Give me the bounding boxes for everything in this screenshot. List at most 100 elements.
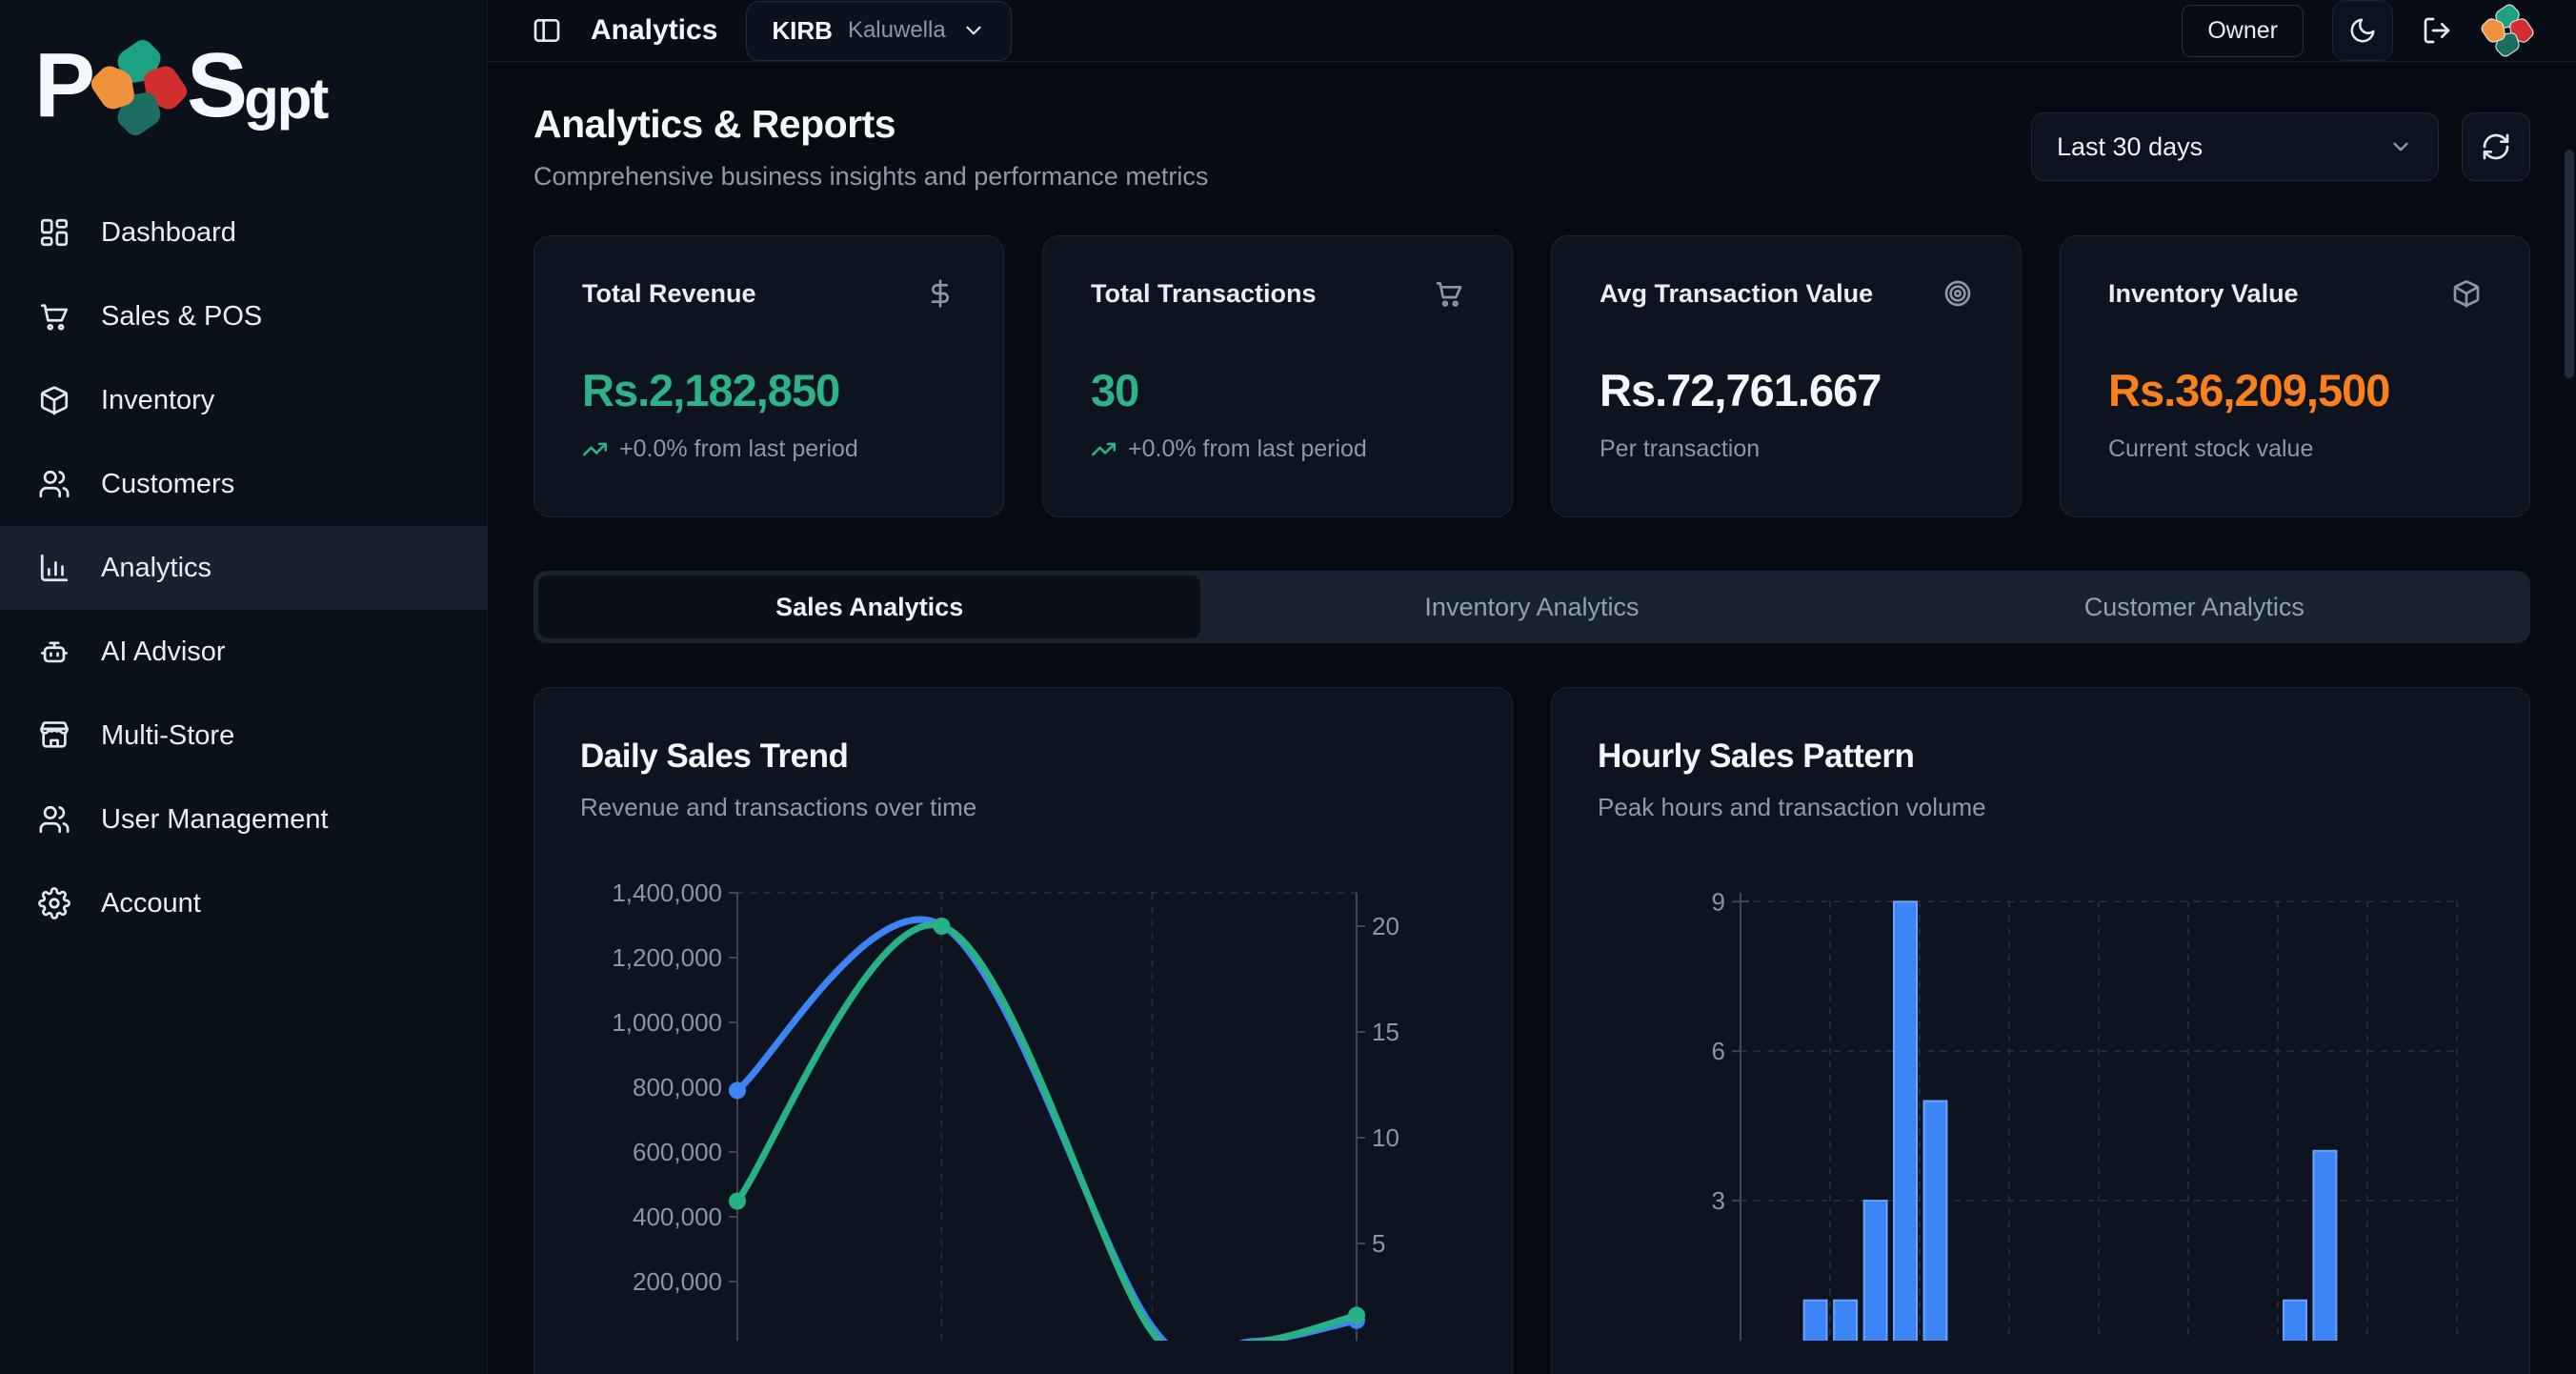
tab-sales-analytics[interactable]: Sales Analytics — [538, 576, 1200, 638]
logo-text-p: P — [34, 40, 91, 131]
logo-text-s: S — [187, 40, 244, 131]
sidebar-item-customers[interactable]: Customers — [0, 442, 487, 526]
page-header: Analytics & Reports Comprehensive busine… — [533, 102, 2530, 192]
theme-toggle-button[interactable] — [2332, 0, 2393, 61]
sidebar-item-ai-advisor[interactable]: AI Advisor — [0, 610, 487, 694]
avatar[interactable] — [2481, 4, 2534, 57]
bar-chart-icon — [38, 552, 70, 584]
svg-text:10: 10 — [1372, 1123, 1399, 1152]
daily-sales-line-chart: 1,400,000 1,200,000 1,000,000 800,000 600,00… — [580, 864, 1468, 1341]
refresh-button[interactable] — [2462, 112, 2530, 181]
sidebar: P S gpt Dashboard Sales & POS Inventory … — [0, 0, 488, 1374]
store-selector[interactable]: KIRB Kaluwella — [746, 1, 1011, 61]
header-controls: Last 30 days — [2031, 112, 2530, 181]
moon-icon — [2348, 16, 2377, 45]
page-title: Analytics & Reports — [533, 102, 1208, 147]
svg-text:200,000: 200,000 — [633, 1267, 722, 1296]
sidebar-item-label: Customers — [101, 469, 234, 500]
sidebar-item-label: Inventory — [101, 385, 214, 416]
sidebar-item-label: Analytics — [101, 553, 211, 584]
stat-card-avg-transaction: Avg Transaction Value Rs.72,761.667 Per … — [1551, 235, 2022, 517]
svg-text:5: 5 — [1372, 1229, 1385, 1258]
stat-card-total-revenue: Total Revenue Rs.2,182,850 +0.0% from la… — [533, 235, 1004, 517]
stat-value: Rs.72,761.667 — [1600, 364, 1973, 416]
hourly-sales-pattern-card: Hourly Sales Pattern Peak hours and tran… — [1551, 687, 2530, 1374]
store-name: Kaluwella — [848, 17, 946, 44]
sidebar-item-label: Account — [101, 888, 201, 919]
panel-left-icon[interactable] — [532, 15, 562, 46]
svg-text:1,400,000: 1,400,000 — [612, 879, 722, 907]
topbar: Analytics KIRB Kaluwella Owner — [488, 0, 2576, 62]
svg-text:15: 15 — [1372, 1018, 1399, 1046]
main-area: Analytics KIRB Kaluwella Owner Analytics… — [488, 0, 2576, 1374]
svg-text:3: 3 — [1712, 1186, 1725, 1215]
sidebar-item-label: Dashboard — [101, 217, 236, 249]
trending-up-icon — [582, 436, 608, 462]
chart-title: Daily Sales Trend — [580, 738, 1466, 776]
stat-value: Rs.2,182,850 — [582, 364, 956, 416]
bot-icon — [38, 636, 70, 668]
stat-subtext: +0.0% from last period — [582, 435, 956, 463]
period-select[interactable]: Last 30 days — [2031, 112, 2439, 181]
svg-text:6: 6 — [1712, 1037, 1725, 1065]
svg-text:800,000: 800,000 — [633, 1073, 722, 1101]
pinwheel-logo-icon — [90, 38, 189, 137]
svg-text:1,200,000: 1,200,000 — [612, 943, 722, 972]
analytics-tabs: Sales Analytics Inventory Analytics Cust… — [533, 571, 2530, 643]
app-logo: P S gpt — [0, 0, 487, 175]
trending-up-icon — [1091, 436, 1117, 462]
sidebar-item-user-management[interactable]: User Management — [0, 778, 487, 861]
scrollbar-thumb[interactable] — [2565, 150, 2574, 378]
sidebar-item-multi-store[interactable]: Multi-Store — [0, 694, 487, 778]
store-code: KIRB — [772, 16, 833, 46]
chart-subtitle: Peak hours and transaction volume — [1598, 793, 2484, 822]
stat-subtext: Current stock value — [2108, 435, 2482, 463]
chart-subtitle: Revenue and transactions over time — [580, 793, 1466, 822]
sidebar-item-account[interactable]: Account — [0, 861, 487, 945]
tab-inventory-analytics[interactable]: Inventory Analytics — [1200, 576, 1862, 638]
package-icon — [2451, 278, 2482, 309]
sidebar-item-label: Multi-Store — [101, 720, 234, 752]
stat-value: Rs.36,209,500 — [2108, 364, 2482, 416]
cart-icon — [1434, 278, 1464, 309]
page-subtitle: Comprehensive business insights and perf… — [533, 162, 1208, 192]
svg-text:400,000: 400,000 — [633, 1202, 722, 1231]
stat-title: Inventory Value — [2108, 279, 2299, 309]
dashboard-icon — [38, 216, 70, 249]
stat-title: Total Revenue — [582, 279, 756, 309]
sidebar-nav: Dashboard Sales & POS Inventory Customer… — [0, 191, 487, 945]
cart-icon — [38, 300, 70, 333]
stat-card-inventory-value: Inventory Value Rs.36,209,500 Current st… — [2060, 235, 2530, 517]
chevron-down-icon — [961, 18, 986, 43]
chevron-down-icon — [2388, 134, 2413, 159]
sidebar-item-label: Sales & POS — [101, 301, 262, 333]
svg-text:1,000,000: 1,000,000 — [612, 1008, 722, 1037]
sidebar-item-dashboard[interactable]: Dashboard — [0, 191, 487, 274]
stat-title: Avg Transaction Value — [1600, 279, 1873, 309]
tab-customer-analytics[interactable]: Customer Analytics — [1863, 576, 2526, 638]
sidebar-item-analytics[interactable]: Analytics — [0, 526, 487, 610]
sidebar-item-inventory[interactable]: Inventory — [0, 358, 487, 442]
logo-text-gpt: gpt — [244, 71, 327, 131]
stat-value: 30 — [1091, 364, 1464, 416]
svg-text:600,000: 600,000 — [633, 1138, 722, 1166]
sidebar-item-sales-pos[interactable]: Sales & POS — [0, 274, 487, 358]
refresh-icon — [2481, 131, 2511, 162]
logout-icon[interactable] — [2422, 15, 2452, 46]
stat-title: Total Transactions — [1091, 279, 1317, 309]
daily-sales-trend-card: Daily Sales Trend Revenue and transactio… — [533, 687, 1513, 1374]
hourly-sales-bar-chart: 963 — [1598, 864, 2485, 1341]
stats-row: Total Revenue Rs.2,182,850 +0.0% from la… — [533, 235, 2530, 517]
users-icon — [38, 803, 70, 836]
charts-row: Daily Sales Trend Revenue and transactio… — [533, 687, 2530, 1374]
role-badge: Owner — [2182, 5, 2304, 57]
stat-subtext: Per transaction — [1600, 435, 1973, 463]
topbar-title: Analytics — [591, 14, 717, 47]
sidebar-item-label: User Management — [101, 804, 329, 836]
package-icon — [38, 384, 70, 416]
dollar-icon — [925, 278, 956, 309]
target-icon — [1942, 278, 1973, 309]
users-icon — [38, 468, 70, 500]
gear-icon — [38, 887, 70, 919]
page-content: Analytics & Reports Comprehensive busine… — [488, 62, 2576, 1374]
